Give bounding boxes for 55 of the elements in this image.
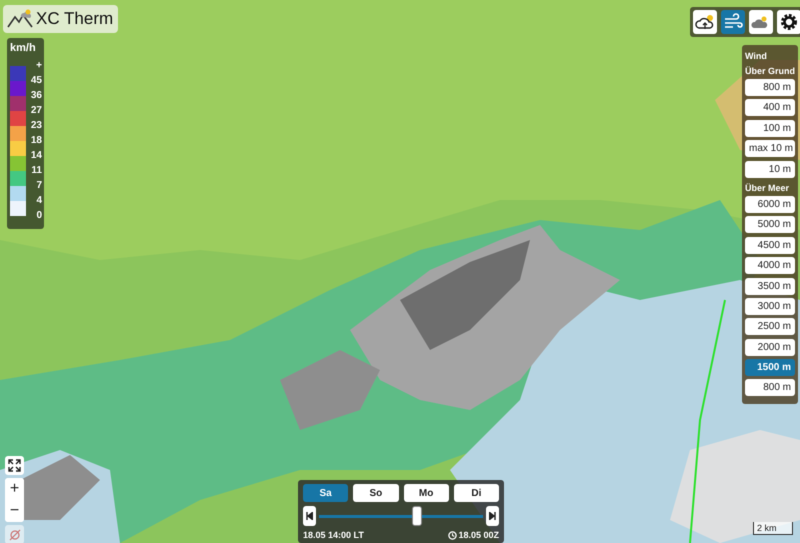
scale-bar: 2 km xyxy=(753,522,793,535)
next-button[interactable] xyxy=(486,506,499,526)
local-time: 18.05 14:00 LT xyxy=(303,530,364,540)
layer-button[interactable] xyxy=(777,10,800,34)
legend-value: 0 xyxy=(35,209,42,223)
legend-value: 23 xyxy=(30,119,42,133)
day-tab[interactable]: Sa xyxy=(303,484,348,502)
section-heading: Über Meer xyxy=(745,182,790,193)
altitude-button[interactable]: max 10 m xyxy=(745,140,795,158)
altitude-button[interactable]: 10 m xyxy=(745,160,795,178)
altitude-button[interactable]: 6000 m xyxy=(745,196,795,213)
altitude-button[interactable]: 5000 m xyxy=(745,216,795,234)
slider-thumb[interactable] xyxy=(412,506,422,526)
settings-icon xyxy=(779,13,799,31)
day-tab[interactable]: So xyxy=(353,484,398,502)
unit-label: km/h xyxy=(10,42,37,54)
altitude-button[interactable]: 2500 m xyxy=(745,318,795,336)
altitude-button[interactable]: 3500 m xyxy=(745,278,795,295)
crossed-circle-icon xyxy=(8,528,20,540)
section-heading: Über Grund xyxy=(745,66,796,76)
mountain-cloud-icon xyxy=(7,9,33,29)
legend-value: 11 xyxy=(30,164,42,178)
cloud-sun-icon xyxy=(695,13,715,31)
legend-value: 14 xyxy=(30,149,42,163)
altitude-button[interactable]: 1500 m xyxy=(745,359,795,376)
app-title: XC Therm xyxy=(36,9,114,29)
legend-value: 27 xyxy=(30,104,42,118)
previous-button[interactable] xyxy=(303,506,316,526)
layer-button[interactable] xyxy=(693,10,717,34)
skip-forward-icon xyxy=(489,512,496,520)
altitude-button[interactable]: 400 m xyxy=(745,99,795,116)
fullscreen-button[interactable] xyxy=(5,456,24,475)
legend-value: + xyxy=(35,59,42,73)
legend-value: 36 xyxy=(30,89,42,103)
altitude-button[interactable]: 3000 m xyxy=(745,298,795,315)
altitude-button[interactable]: 800 m xyxy=(745,379,795,396)
altitude-button[interactable]: 800 m xyxy=(745,79,795,96)
legend-value: 4 xyxy=(35,194,42,208)
day-tab[interactable]: Di xyxy=(454,484,499,502)
legend-value: 7 xyxy=(35,179,42,193)
altitude-button[interactable]: 100 m xyxy=(745,120,795,137)
skip-back-icon xyxy=(306,512,313,520)
wind-icon xyxy=(723,13,743,31)
panel-title: Wind xyxy=(745,51,767,61)
altitude-button[interactable]: 4500 m xyxy=(745,236,795,254)
clock-icon xyxy=(448,530,458,540)
expand-icon xyxy=(8,459,21,472)
altitude-button[interactable]: 2000 m xyxy=(745,338,795,356)
location-button[interactable] xyxy=(5,525,24,543)
legend-value: 18 xyxy=(30,134,42,148)
model-run-time: 18.05 00Z xyxy=(458,530,499,540)
day-tab[interactable]: Mo xyxy=(404,484,449,502)
map-drawing[interactable] xyxy=(0,0,800,543)
altitude-button[interactable]: 4000 m xyxy=(745,257,795,274)
legend-value: 45 xyxy=(30,74,42,88)
